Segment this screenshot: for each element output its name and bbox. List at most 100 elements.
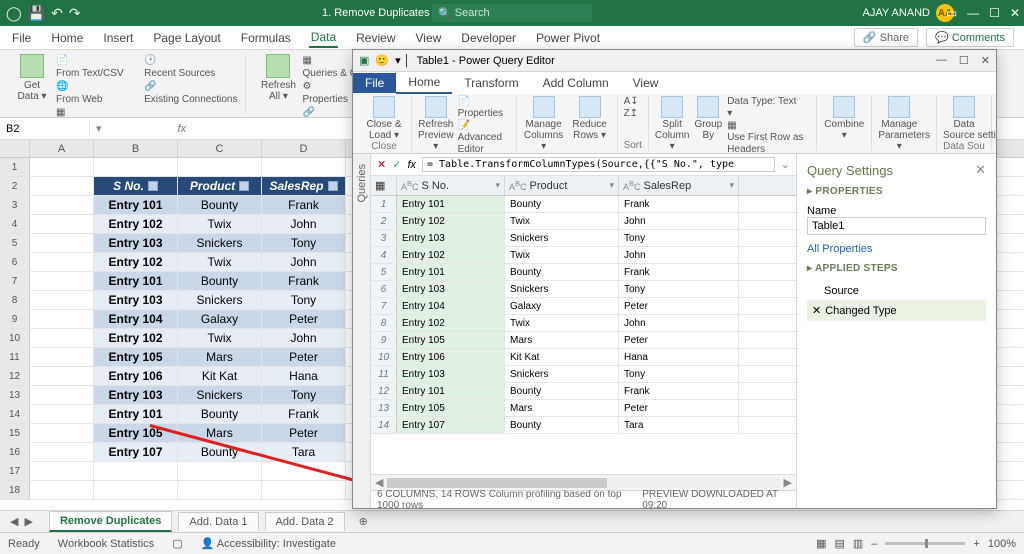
- tab-file[interactable]: File: [10, 29, 33, 47]
- pq-cell[interactable]: Entry 103: [397, 230, 505, 246]
- pq-cell[interactable]: Entry 102: [397, 213, 505, 229]
- pq-grid-row[interactable]: 3Entry 103SnickersTony: [371, 230, 796, 247]
- cell[interactable]: Twix: [178, 253, 262, 271]
- pq-cell[interactable]: Entry 102: [397, 315, 505, 331]
- accessibility-status[interactable]: 👤 Accessibility: Investigate: [201, 537, 336, 550]
- tab-home[interactable]: Home: [49, 29, 85, 47]
- cell[interactable]: [30, 443, 94, 461]
- tab-formulas[interactable]: Formulas: [239, 29, 293, 47]
- row-header[interactable]: 9: [0, 310, 30, 328]
- pq-cell[interactable]: Entry 104: [397, 298, 505, 314]
- pq-properties[interactable]: 📄 Properties: [458, 96, 510, 120]
- pq-tab-add-column[interactable]: Add Column: [531, 73, 621, 93]
- row-header[interactable]: 16: [0, 443, 30, 461]
- new-sheet-icon[interactable]: ⊕: [351, 515, 376, 528]
- cell[interactable]: [30, 158, 94, 176]
- row-header[interactable]: 12: [0, 367, 30, 385]
- data-type[interactable]: Data Type: Text ▾: [727, 96, 810, 120]
- combine[interactable]: Combine ▾: [823, 96, 865, 141]
- row-header[interactable]: 17: [0, 462, 30, 480]
- col-header[interactable]: B: [94, 140, 178, 157]
- page-layout-view-icon[interactable]: ▤: [834, 537, 844, 550]
- row-header[interactable]: 11: [0, 348, 30, 366]
- row-header[interactable]: 3: [0, 196, 30, 214]
- from-web[interactable]: 🌐 From Web: [56, 80, 138, 106]
- name-box-dropdown-icon[interactable]: ▾: [90, 122, 108, 135]
- pq-row-number[interactable]: 11: [371, 366, 397, 382]
- pq-cell[interactable]: Bounty: [505, 264, 619, 280]
- pq-row-number[interactable]: 6: [371, 281, 397, 297]
- cell[interactable]: [30, 329, 94, 347]
- applied-step[interactable]: ✕Changed Type: [807, 301, 986, 321]
- row-header[interactable]: 8: [0, 291, 30, 309]
- cell[interactable]: [30, 215, 94, 233]
- pq-cell[interactable]: Entry 105: [397, 332, 505, 348]
- pq-cell[interactable]: Frank: [619, 264, 739, 280]
- cell[interactable]: Entry 103: [94, 386, 178, 404]
- cell[interactable]: Entry 106: [94, 367, 178, 385]
- refresh-all-button[interactable]: Refresh All ▾: [260, 54, 296, 118]
- tab-view[interactable]: View: [414, 29, 444, 47]
- pq-cell[interactable]: Entry 106: [397, 349, 505, 365]
- pq-cell[interactable]: Bounty: [505, 383, 619, 399]
- properties-section-header[interactable]: ▸ PROPERTIES: [807, 186, 986, 197]
- cell[interactable]: Bounty: [178, 272, 262, 290]
- search-box[interactable]: 🔍 Search: [432, 4, 592, 22]
- pq-cell[interactable]: John: [619, 247, 739, 263]
- manage-parameters[interactable]: Manage Parameters ▾: [878, 96, 920, 152]
- cell[interactable]: Entry 102: [94, 253, 178, 271]
- data-source-settings[interactable]: Data Source settings: [943, 96, 985, 141]
- cell[interactable]: Entry 105: [94, 348, 178, 366]
- pq-cell[interactable]: Snickers: [505, 366, 619, 382]
- sheet-tab[interactable]: Add. Data 1: [178, 512, 258, 531]
- existing-connections[interactable]: 🔗 Existing Connections: [144, 80, 237, 106]
- cell[interactable]: Mars: [178, 424, 262, 442]
- pq-col-header[interactable]: ABCProduct▾: [505, 176, 619, 195]
- pq-cell[interactable]: Entry 102: [397, 247, 505, 263]
- all-properties-link[interactable]: All Properties: [807, 243, 986, 255]
- pq-grid-row[interactable]: 5Entry 101BountyFrank: [371, 264, 796, 281]
- sort-asc-icon[interactable]: A↧: [624, 96, 639, 108]
- tab-page-layout[interactable]: Page Layout: [151, 29, 222, 47]
- cell[interactable]: Twix: [178, 329, 262, 347]
- row-header[interactable]: 13: [0, 386, 30, 404]
- pq-col-header[interactable]: ABCSalesRep▾: [619, 176, 739, 195]
- cell[interactable]: Entry 103: [94, 234, 178, 252]
- pq-fx-icon[interactable]: fx: [407, 159, 416, 171]
- name-box[interactable]: B2: [0, 121, 90, 137]
- col-header[interactable]: D: [262, 140, 346, 157]
- pq-cell[interactable]: Entry 101: [397, 196, 505, 212]
- cell[interactable]: Frank: [262, 196, 346, 214]
- sheet-nav-prev-icon[interactable]: ◀: [10, 515, 18, 528]
- use-first-row-headers[interactable]: ▦ Use First Row as Headers ▾: [727, 120, 810, 154]
- pq-maximize-icon[interactable]: ☐: [959, 54, 969, 67]
- cell[interactable]: Tony: [262, 291, 346, 309]
- minimize-icon[interactable]: —: [967, 6, 979, 20]
- row-header[interactable]: 6: [0, 253, 30, 271]
- pq-grid-row[interactable]: 2Entry 102TwixJohn: [371, 213, 796, 230]
- pq-cell[interactable]: Tony: [619, 366, 739, 382]
- pq-tab-home[interactable]: Home: [396, 72, 452, 94]
- zoom-slider[interactable]: [885, 542, 965, 545]
- cell[interactable]: Snickers: [178, 291, 262, 309]
- cell[interactable]: Entry 102: [94, 329, 178, 347]
- table-header[interactable]: SalesRep: [262, 177, 346, 195]
- pq-cell[interactable]: John: [619, 315, 739, 331]
- tab-data[interactable]: Data: [309, 28, 338, 48]
- cell[interactable]: [178, 158, 262, 176]
- cell[interactable]: Entry 104: [94, 310, 178, 328]
- cell[interactable]: [30, 386, 94, 404]
- pq-row-number[interactable]: 5: [371, 264, 397, 280]
- pq-row-number[interactable]: 3: [371, 230, 397, 246]
- pq-row-number[interactable]: 14: [371, 417, 397, 433]
- cell[interactable]: Frank: [262, 272, 346, 290]
- cell[interactable]: [30, 291, 94, 309]
- table-header[interactable]: S No.: [94, 177, 178, 195]
- row-header[interactable]: 4: [0, 215, 30, 233]
- share-button[interactable]: 🔗 Share: [854, 28, 918, 47]
- filter-dropdown-icon[interactable]: [239, 181, 249, 191]
- pq-cell[interactable]: Tara: [619, 417, 739, 433]
- sentiment-icon[interactable]: 🙂: [375, 54, 389, 67]
- query-name-input[interactable]: Table1: [807, 217, 986, 235]
- cell[interactable]: [30, 310, 94, 328]
